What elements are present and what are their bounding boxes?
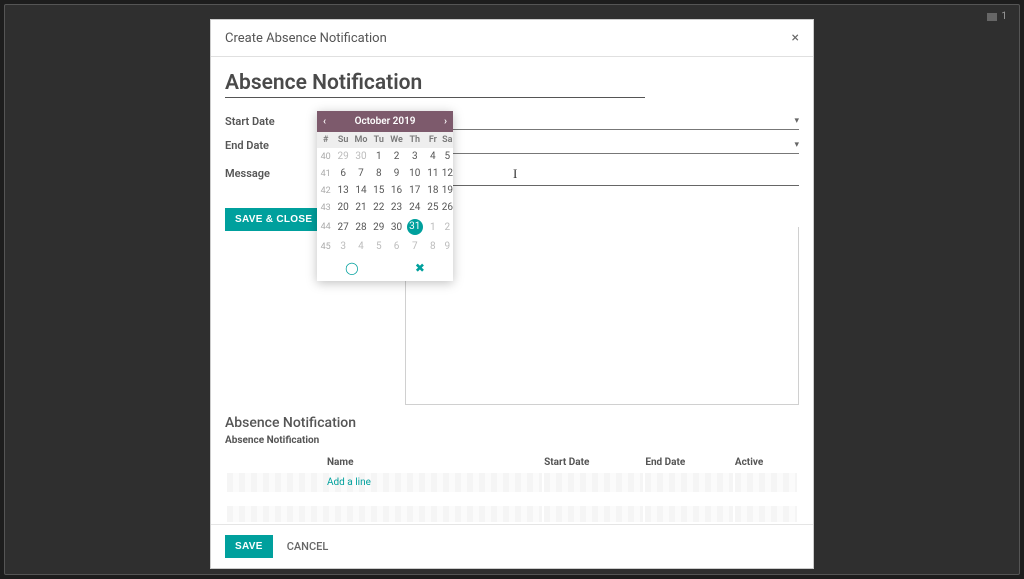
datepicker-day[interactable]: 30 <box>352 148 370 165</box>
datepicker-day[interactable]: 2 <box>388 148 406 165</box>
datepicker-day[interactable]: 29 <box>370 216 388 238</box>
datepicker-day[interactable]: 24 <box>405 199 424 216</box>
list-section: Absence Notification Absence Notificatio… <box>211 405 813 524</box>
datepicker-day[interactable]: 13 <box>334 182 352 199</box>
week-number: 40 <box>317 148 334 165</box>
datepicker-header-cell: Su <box>334 132 352 148</box>
footer-save-button[interactable]: SAVE <box>225 535 273 558</box>
datepicker-day[interactable]: 7 <box>405 238 424 255</box>
week-number: 45 <box>317 238 334 255</box>
datepicker-day[interactable]: 19 <box>442 182 453 199</box>
end-date-label: End Date <box>225 139 317 152</box>
datepicker-day[interactable]: 15 <box>370 182 388 199</box>
datepicker-day[interactable]: 1 <box>424 216 442 238</box>
window-count: 1 <box>1001 11 1007 22</box>
message-label: Message <box>225 167 317 180</box>
datepicker-day[interactable]: 26 <box>442 199 453 216</box>
chevron-down-icon[interactable]: ▾ <box>794 116 799 126</box>
notifications-table: NameStart DateEnd DateActive Add a line <box>225 452 799 524</box>
column-header: Active <box>735 454 797 471</box>
datepicker-clock-icon[interactable]: ◯ <box>345 261 358 275</box>
datepicker-header-cell: Sa <box>442 132 453 148</box>
window-icon <box>987 13 997 21</box>
form: Start Date 10/01/2019 16:18:49 ▾ End Dat… <box>225 112 799 231</box>
dialog-footer: SAVE CANCEL <box>211 524 813 568</box>
save-and-close-button[interactable]: SAVE & CLOSE <box>225 208 322 231</box>
next-month-icon[interactable]: › <box>444 116 447 127</box>
datepicker-day[interactable]: 23 <box>388 199 406 216</box>
datepicker-day[interactable]: 9 <box>442 238 453 255</box>
datepicker-header-cell: Th <box>405 132 424 148</box>
add-line-link[interactable]: Add a line <box>327 477 371 488</box>
datepicker-day[interactable]: 20 <box>334 199 352 216</box>
page-title: Absence Notification <box>225 71 645 98</box>
datepicker-day[interactable]: 12 <box>442 165 453 182</box>
prev-month-icon[interactable]: ‹ <box>323 116 326 127</box>
datepicker-day[interactable]: 22 <box>370 199 388 216</box>
datepicker-day[interactable]: 25 <box>424 199 442 216</box>
text-cursor-icon: I <box>513 166 517 182</box>
list-section-title: Absence Notification <box>225 415 799 431</box>
datepicker-day[interactable]: 9 <box>388 165 406 182</box>
datepicker-day[interactable]: 6 <box>388 238 406 255</box>
datepicker-day[interactable]: 11 <box>424 165 442 182</box>
datepicker-day[interactable]: 8 <box>424 238 442 255</box>
start-date-label: Start Date <box>225 115 317 128</box>
datepicker-close-icon[interactable]: ✖ <box>415 261 425 275</box>
week-number: 42 <box>317 182 334 199</box>
datepicker-month: October 2019 <box>355 116 416 127</box>
datepicker-day[interactable]: 4 <box>424 148 442 165</box>
datepicker-day[interactable]: 27 <box>334 216 352 238</box>
datepicker-header-cell: Tu <box>370 132 388 148</box>
cancel-link[interactable]: CANCEL <box>287 540 329 553</box>
chevron-down-icon[interactable]: ▾ <box>794 140 799 150</box>
modal-dialog: Create Absence Notification × Absence No… <box>210 19 814 569</box>
dialog-title: Create Absence Notification <box>225 31 387 46</box>
datepicker-popup: ‹ October 2019 › #SuMoTuWeThFrSa 4029301… <box>317 111 453 281</box>
datepicker-day[interactable]: 3 <box>405 148 424 165</box>
datepicker-day[interactable]: 18 <box>424 182 442 199</box>
datepicker-day[interactable]: 14 <box>352 182 370 199</box>
list-subheader: Absence Notification <box>225 435 799 446</box>
column-header: Name <box>227 454 542 471</box>
datepicker-header-cell: Fr <box>424 132 442 148</box>
datepicker-day[interactable]: 31 <box>405 216 424 238</box>
week-number: 44 <box>317 216 334 238</box>
close-icon[interactable]: × <box>792 30 799 46</box>
datepicker-day[interactable]: 7 <box>352 165 370 182</box>
datepicker-day[interactable]: 1 <box>370 148 388 165</box>
datepicker-day[interactable]: 28 <box>352 216 370 238</box>
datepicker-header-cell: Mo <box>352 132 370 148</box>
datepicker-day[interactable]: 2 <box>442 216 453 238</box>
datepicker-day[interactable]: 21 <box>352 199 370 216</box>
datepicker-day[interactable]: 16 <box>388 182 406 199</box>
datepicker-day[interactable]: 10 <box>405 165 424 182</box>
datepicker-grid: #SuMoTuWeThFrSa 402930123454167891011124… <box>317 132 453 255</box>
content-pane <box>405 227 799 405</box>
datepicker-day[interactable]: 3 <box>334 238 352 255</box>
datepicker-day[interactable]: 29 <box>334 148 352 165</box>
datepicker-day[interactable]: 5 <box>370 238 388 255</box>
column-header: Start Date <box>544 454 643 471</box>
datepicker-day[interactable]: 5 <box>442 148 453 165</box>
window-controls: 1 <box>987 11 1007 22</box>
week-number: 43 <box>317 199 334 216</box>
datepicker-day[interactable]: 17 <box>405 182 424 199</box>
week-number: 41 <box>317 165 334 182</box>
datepicker-header-cell: We <box>388 132 406 148</box>
column-header: End Date <box>645 454 733 471</box>
datepicker-day[interactable]: 8 <box>370 165 388 182</box>
datepicker-day[interactable]: 6 <box>334 165 352 182</box>
datepicker-day[interactable]: 30 <box>388 216 406 238</box>
datepicker-day[interactable]: 4 <box>352 238 370 255</box>
datepicker-header-cell: # <box>317 132 334 148</box>
